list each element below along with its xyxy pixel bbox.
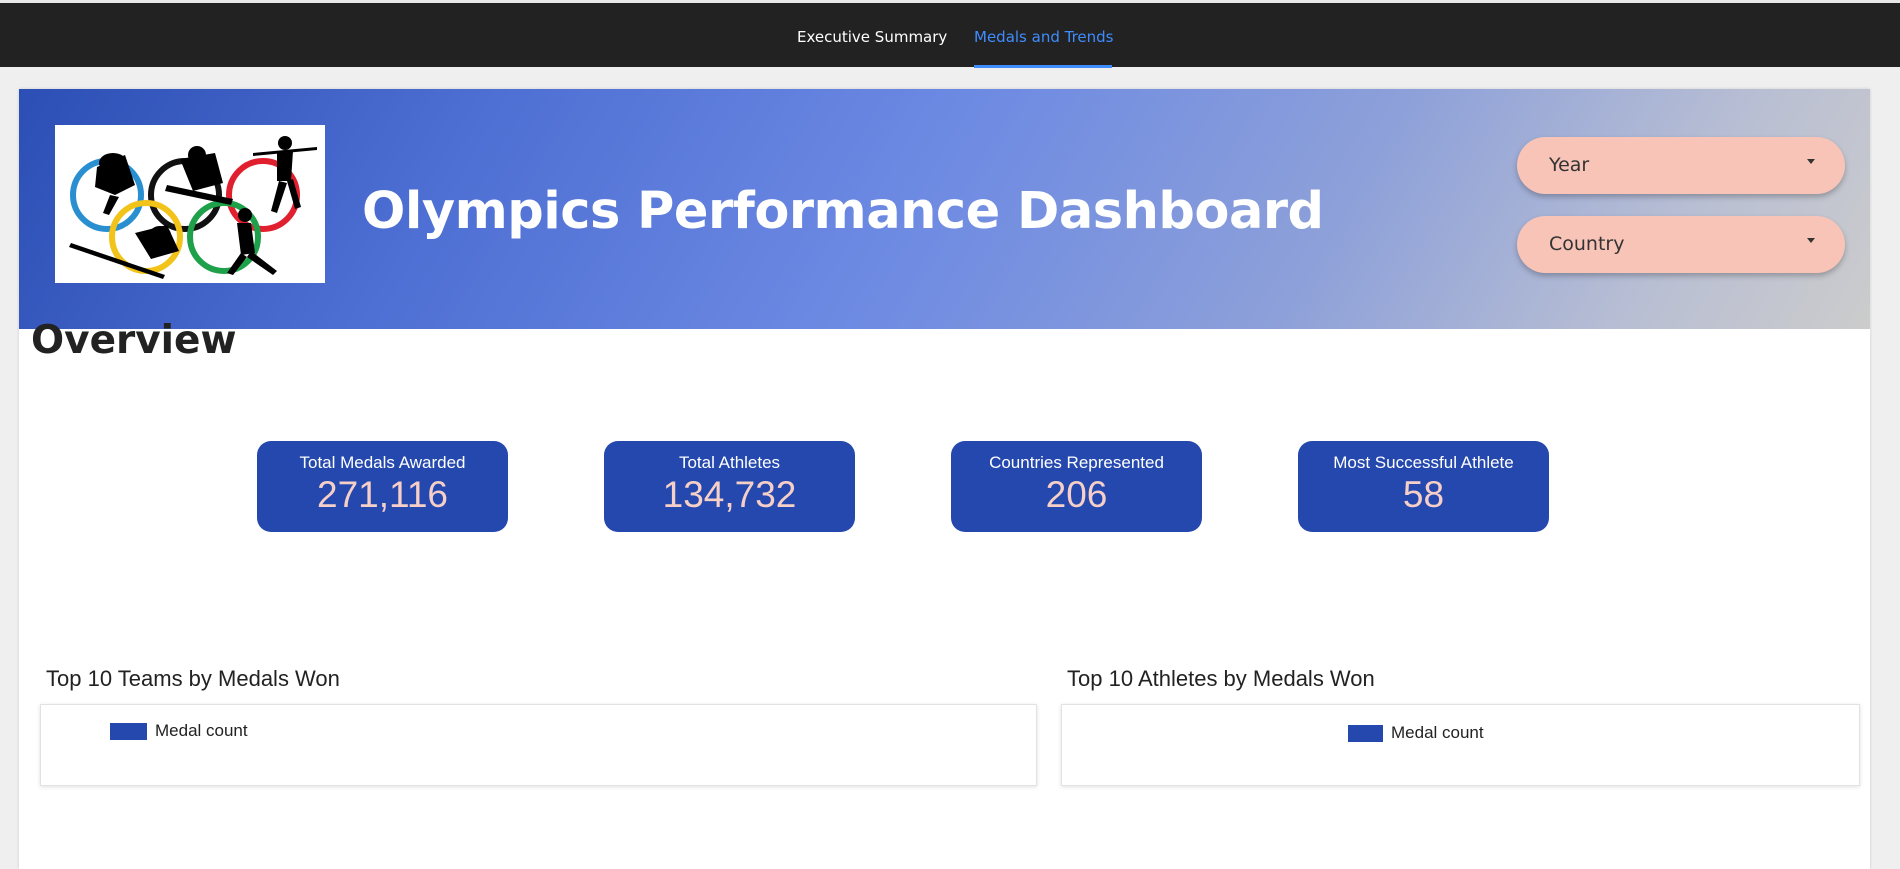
- kpi-value: 206: [1045, 474, 1108, 515]
- teams-chart-title: Top 10 Teams by Medals Won: [46, 666, 340, 691]
- overview-heading: Overview: [31, 318, 237, 363]
- active-tab-indicator: [974, 65, 1112, 68]
- kpi-value: 58: [1402, 474, 1445, 515]
- athletes-chart-title: Top 10 Athletes by Medals Won: [1067, 666, 1375, 691]
- kpi-card-countries: Countries Represented 206: [951, 441, 1202, 532]
- kpi-label: Total Medals Awarded: [299, 453, 466, 472]
- kpi-card-total-athletes: Total Athletes 134,732: [604, 441, 855, 532]
- country-dropdown[interactable]: Country: [1517, 216, 1845, 273]
- legend-label: Medal count: [155, 721, 248, 740]
- chevron-down-icon: [1807, 238, 1815, 243]
- athletes-chart-legend[interactable]: Medal count: [1348, 723, 1484, 743]
- top-nav-bar: Executive Summary Medals and Trends: [0, 0, 1900, 68]
- teams-chart-legend[interactable]: Medal count: [110, 721, 248, 741]
- dashboard-header: Olympics Performance Dashboard Year Coun…: [19, 89, 1870, 329]
- kpi-card-total-medals: Total Medals Awarded 271,116: [257, 441, 508, 532]
- kpi-value: 271,116: [317, 474, 448, 515]
- teams-chart: Medal count: [40, 704, 1037, 786]
- legend-swatch: [1348, 724, 1383, 742]
- legend-swatch: [110, 722, 147, 740]
- kpi-label: Most Successful Athlete: [1333, 453, 1514, 472]
- kpi-value: 134,732: [662, 474, 797, 515]
- legend-label: Medal count: [1391, 723, 1484, 742]
- tab-executive-summary[interactable]: Executive Summary: [797, 28, 947, 46]
- year-dropdown[interactable]: Year: [1517, 137, 1845, 194]
- kpi-card-most-successful-athlete: Most Successful Athlete 58: [1298, 441, 1549, 532]
- kpi-label: Total Athletes: [678, 453, 781, 472]
- chevron-down-icon: [1807, 159, 1815, 164]
- tab-medals-and-trends[interactable]: Medals and Trends: [974, 28, 1114, 46]
- year-dropdown-label: Year: [1549, 154, 1590, 176]
- country-dropdown-label: Country: [1549, 233, 1625, 255]
- kpi-label: Countries Represented: [989, 453, 1164, 472]
- olympic-rings-athletes-icon: [55, 125, 325, 283]
- page-title: Olympics Performance Dashboard: [362, 182, 1324, 241]
- athletes-chart: Medal count: [1061, 704, 1860, 786]
